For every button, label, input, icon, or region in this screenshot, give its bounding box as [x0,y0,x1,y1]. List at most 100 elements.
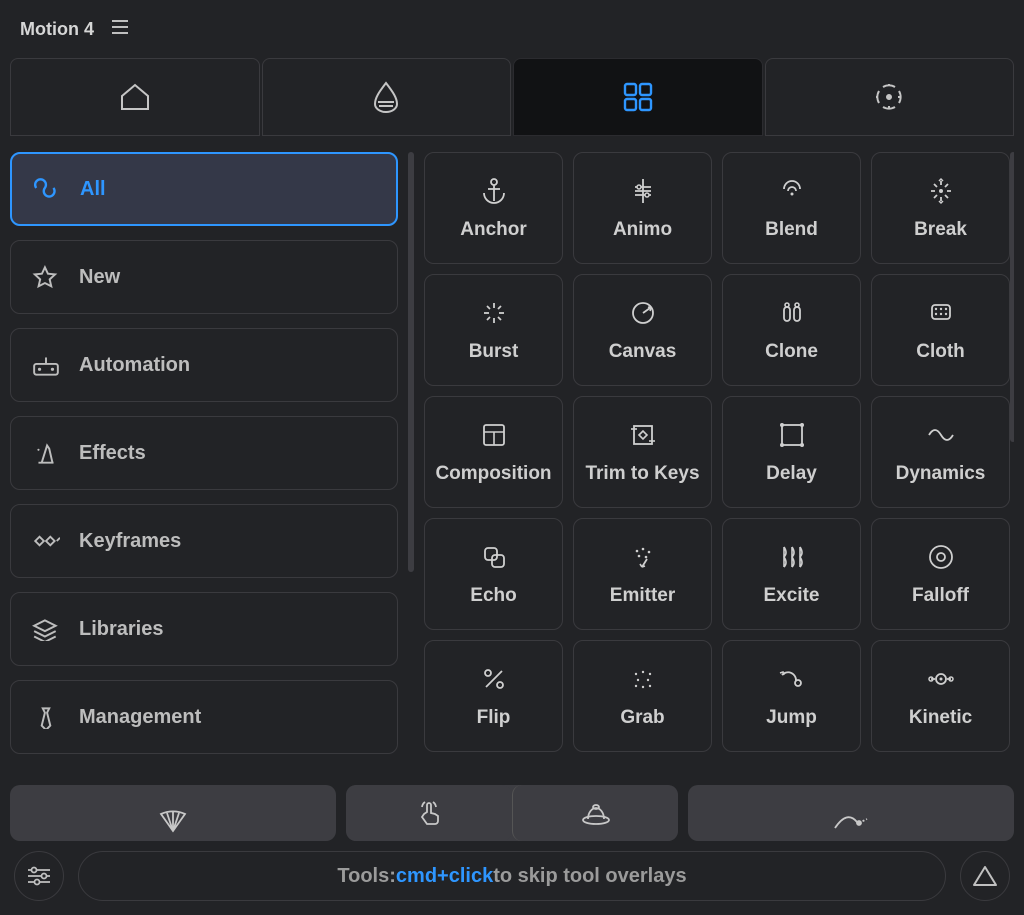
anchor-icon [480,175,508,207]
tool-dynamics[interactable]: Dynamics [871,396,1010,508]
tool-emitter[interactable]: Emitter [573,518,712,630]
tool-label: Dynamics [896,463,986,485]
footer-tab-touch[interactable] [346,785,512,841]
tool-excite[interactable]: Excite [722,518,861,630]
tool-label: Grab [620,707,664,729]
tool-trim-to-keys[interactable]: Trim to Keys [573,396,712,508]
sidebar-item-libraries[interactable]: Libraries [10,592,398,666]
tool-label: Echo [470,585,516,607]
sidebar-item-label: Effects [79,442,146,465]
excite-icon [778,541,806,573]
tool-label: Break [914,219,967,241]
tool-flip[interactable]: Flip [424,640,563,752]
tool-echo[interactable]: Echo [424,518,563,630]
tool-label: Emitter [610,585,675,607]
echo-icon [480,541,508,573]
jump-icon [778,663,806,695]
tool-kinetic[interactable]: Kinetic [871,640,1010,752]
tab-home[interactable] [10,58,260,136]
sidebar-item-label: Management [79,706,201,729]
trim-icon [629,419,657,451]
tool-label: Clone [765,341,818,363]
sidebar-item-label: Automation [79,354,190,377]
animo-icon [629,175,657,207]
footer-tab-hat[interactable] [512,785,678,841]
tool-label: Canvas [609,341,677,363]
tool-cloth[interactable]: Cloth [871,274,1010,386]
composition-icon [480,419,508,451]
tool-label: Flip [477,707,511,729]
cloth-icon [927,297,955,329]
tool-jump[interactable]: Jump [722,640,861,752]
tool-canvas[interactable]: Canvas [573,274,712,386]
tool-clone[interactable]: Clone [722,274,861,386]
hint-prefix: Tools: [337,865,396,888]
sidebar-item-management[interactable]: Management [10,680,398,754]
grid-scrollbar[interactable] [1010,152,1014,442]
settings-button[interactable] [14,851,64,901]
infinity-icon [32,177,62,201]
sidebar-item-label: Keyframes [79,530,181,553]
hint-accent: cmd+click [396,865,493,888]
tool-grab[interactable]: Grab [573,640,712,752]
menu-icon[interactable] [112,20,128,39]
tool-blend[interactable]: Blend [722,152,861,264]
tool-grid: Anchor Animo Blend Break Burst Canvas Cl… [424,152,1010,752]
tab-tools[interactable] [513,58,763,136]
sidebar-item-automation[interactable]: Automation [10,328,398,402]
top-tabs [0,58,1024,136]
sidebar-item-label: Libraries [79,618,163,641]
sidebar-item-all[interactable]: All [10,152,398,226]
tab-palette[interactable] [262,58,512,136]
sidebar-item-keyframes[interactable]: Keyframes [10,504,398,578]
tool-label: Excite [764,585,820,607]
tool-composition[interactable]: Composition [424,396,563,508]
wizard-hat-icon [31,441,61,465]
tool-label: Composition [435,463,551,485]
tool-label: Jump [766,707,817,729]
dynamics-icon [927,419,955,451]
tool-anchor[interactable]: Anchor [424,152,563,264]
sidebar-scrollbar[interactable] [408,152,414,775]
sidebar-item-new[interactable]: New [10,240,398,314]
stack-icon [31,617,61,641]
kinetic-icon [927,663,955,695]
tool-burst[interactable]: Burst [424,274,563,386]
grab-icon [629,663,657,695]
star-icon [31,265,61,289]
tool-label: Blend [765,219,818,241]
tool-animo[interactable]: Animo [573,152,712,264]
tool-label: Delay [766,463,817,485]
sidebar-item-effects[interactable]: Effects [10,416,398,490]
tool-label: Anchor [460,219,527,241]
app-title: Motion 4 [20,19,94,40]
tool-label: Animo [613,219,672,241]
flip-icon [480,663,508,695]
canvas-icon [629,297,657,329]
tool-label: Falloff [912,585,969,607]
tool-label: Cloth [916,341,965,363]
controller-icon [31,353,61,377]
tab-target[interactable] [765,58,1015,136]
burst-icon [480,297,508,329]
delay-icon [778,419,806,451]
hint-suffix: to skip tool overlays [493,865,686,888]
blend-icon [778,175,806,207]
warning-button[interactable] [960,851,1010,901]
break-icon [927,175,955,207]
tool-label: Kinetic [909,707,972,729]
tool-label: Burst [469,341,519,363]
sidebar-item-label: All [80,178,106,201]
clone-icon [778,297,806,329]
tool-falloff[interactable]: Falloff [871,518,1010,630]
tool-break[interactable]: Break [871,152,1010,264]
footer-tab-path[interactable] [688,785,1014,841]
sidebar: All New Automation Effects Keyframes Lib… [10,152,398,775]
keyframes-icon [31,529,61,553]
emitter-icon [629,541,657,573]
footer-tab-fan[interactable] [10,785,336,841]
hint-bar: Tools: cmd+click to skip tool overlays [78,851,946,901]
tool-delay[interactable]: Delay [722,396,861,508]
tool-label: Trim to Keys [585,463,699,485]
tie-icon [31,705,61,729]
